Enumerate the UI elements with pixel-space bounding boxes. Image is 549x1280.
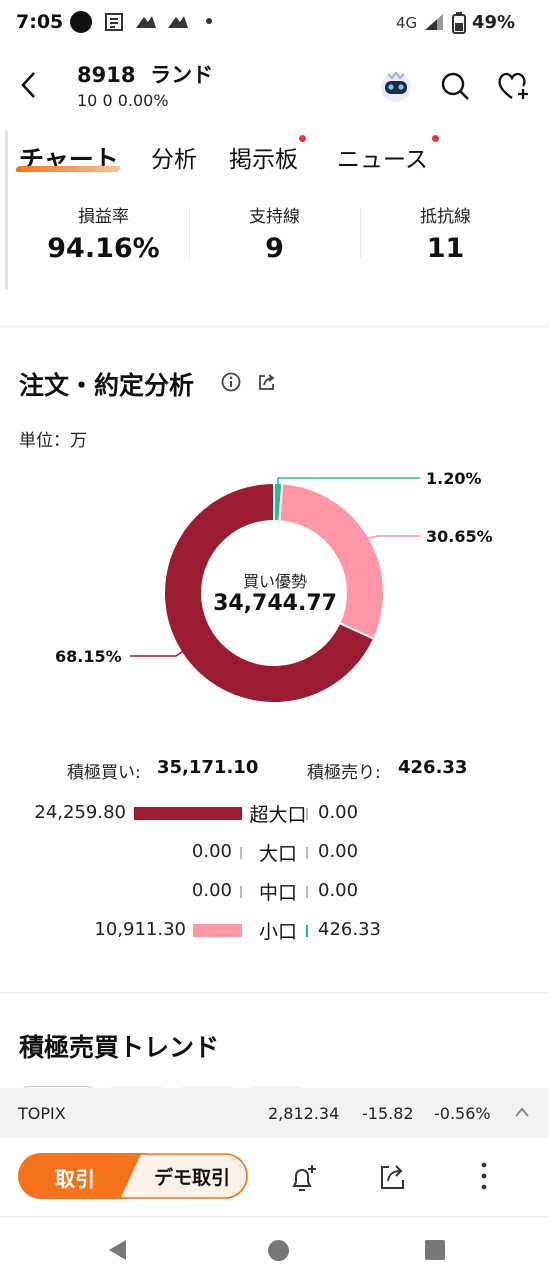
stock-code: 8918 <box>77 63 136 87</box>
breakdown-row-medium: 0.00 中口 0.00 <box>0 876 549 906</box>
row-buy-value: 24,259.80 <box>34 802 126 823</box>
battery-level: 49% <box>472 12 516 33</box>
section-divider <box>0 992 549 993</box>
row-buy-value: 0.00 <box>191 880 232 901</box>
unit-label: 単位：万 <box>19 431 87 451</box>
stat-label: 抵抗線 <box>420 207 471 227</box>
ticker-change-pct: -0.56% <box>434 1104 491 1123</box>
order-analysis-title: 注文・約定分析 <box>19 371 195 400</box>
signal-icon <box>425 14 443 30</box>
tab-board[interactable]: 掲示板 <box>229 140 298 174</box>
alert-bell-add-icon[interactable] <box>288 1162 320 1194</box>
stat-label: 損益率 <box>78 207 129 227</box>
stat-resistance-line: 抵抗線 11 <box>354 202 537 264</box>
stats-row: 損益率 94.16% 支持線 9 抵抗線 11 <box>0 196 549 296</box>
nav-divider <box>0 1216 549 1217</box>
row-buy-bar <box>134 807 242 820</box>
share-icon[interactable] <box>257 372 277 392</box>
buy-total-label: 積極買い: <box>67 763 141 783</box>
tab-analysis[interactable]: 分析 <box>151 140 197 174</box>
board-badge <box>299 135 306 142</box>
buy-total-value: 35,171.10 <box>157 757 259 778</box>
row-sell-value: 426.33 <box>318 919 381 940</box>
ticker-price: 2,812.34 <box>268 1104 340 1123</box>
info-icon[interactable] <box>221 372 241 392</box>
breakdown-row-large: 0.00 大口 0.00 <box>0 837 549 867</box>
bottom-action-bar: 取引 デモ取引 <box>0 1138 549 1218</box>
more-notifications-icon <box>206 18 212 24</box>
news-badge <box>432 135 439 142</box>
row-sell-value: 0.00 <box>318 841 359 862</box>
back-arrow-icon[interactable] <box>18 70 40 100</box>
section-divider <box>0 326 549 327</box>
ticker-name: TOPIX <box>18 1104 66 1123</box>
stock-header: 8918 ランド 10 0 0.00% <box>0 44 549 124</box>
stat-value: 94.16% <box>47 233 160 264</box>
row-label: 大口 <box>258 843 297 865</box>
system-nav-bar <box>0 1218 549 1280</box>
row-sell-bar <box>306 808 308 820</box>
donut-slice-label: 1.20% <box>426 469 482 488</box>
sell-total-value: 426.33 <box>398 757 468 778</box>
nav-recents-icon[interactable] <box>425 1240 445 1260</box>
stat-value: 9 <box>265 233 284 264</box>
battery-icon <box>452 12 466 34</box>
app-notification-icon <box>136 16 156 28</box>
robot-assistant-icon[interactable] <box>376 66 416 106</box>
row-buy-bar <box>240 886 242 898</box>
donut-center-label: 買い優勢 <box>242 572 307 591</box>
stat-support-line: 支持線 9 <box>183 202 366 264</box>
notes-icon <box>105 13 123 31</box>
row-sell-value: 0.00 <box>318 880 359 901</box>
status-time: 7:05 <box>16 11 64 33</box>
app-notification-icon <box>168 16 188 28</box>
share-icon[interactable] <box>378 1162 408 1192</box>
nav-home-icon[interactable] <box>268 1240 289 1261</box>
donut-leader-line <box>130 650 184 657</box>
index-ticker[interactable]: TOPIX 2,812.34 -15.82 -0.56% <box>0 1088 549 1138</box>
stock-title: 8918 ランド <box>77 59 213 89</box>
row-sell-bar <box>306 925 308 937</box>
row-sell-value: 0.00 <box>318 802 359 823</box>
more-options-icon[interactable] <box>478 1160 490 1194</box>
tab-bar: チャート 分析 掲示板 ニュース <box>0 130 549 190</box>
tab-news[interactable]: ニュース <box>337 140 428 174</box>
stat-profit-rate: 損益率 94.16% <box>12 202 195 264</box>
row-label: 超大口 <box>249 804 307 826</box>
row-buy-value: 10,911.30 <box>94 919 186 940</box>
active-tab-indicator <box>14 166 122 172</box>
stat-label: 支持線 <box>249 207 300 227</box>
status-bar: 7:05 4G 49% <box>0 0 549 44</box>
row-sell-bar <box>306 847 308 859</box>
nav-back-icon[interactable] <box>106 1238 130 1262</box>
network-type: 4G <box>396 14 418 32</box>
row-label: 中口 <box>258 882 297 904</box>
stock-price-line: 10 0 0.00% <box>77 91 169 110</box>
donut-slice-label: 30.65% <box>426 527 493 546</box>
demo-trade-button-label[interactable]: デモ取引 <box>140 1163 244 1190</box>
row-buy-bar <box>193 924 242 937</box>
breakdown-row-super-large: 24,259.80 超大口 0.00 <box>0 798 549 828</box>
row-sell-bar <box>306 886 308 898</box>
row-buy-bar <box>240 847 242 859</box>
sell-total-label: 積極売り: <box>307 763 381 783</box>
ticker-change: -15.82 <box>362 1104 414 1123</box>
trade-button-label[interactable]: 取引 <box>30 1163 120 1192</box>
search-icon[interactable] <box>440 71 470 101</box>
row-label: 小口 <box>258 921 297 943</box>
add-favorite-icon[interactable] <box>496 70 532 102</box>
stock-name: ランド <box>150 63 214 87</box>
row-buy-value: 0.00 <box>191 841 232 862</box>
donut-leader-line <box>366 535 420 539</box>
donut-slice-label: 68.15% <box>55 647 122 666</box>
recording-icon <box>70 11 92 33</box>
donut-center-value: 34,744.77 <box>213 591 337 616</box>
breakdown-row-small: 10,911.30 小口 426.33 <box>0 915 549 945</box>
chevron-up-icon[interactable] <box>514 1106 530 1118</box>
stat-value: 11 <box>426 233 465 264</box>
trend-title: 積極売買トレンド <box>19 1033 220 1062</box>
